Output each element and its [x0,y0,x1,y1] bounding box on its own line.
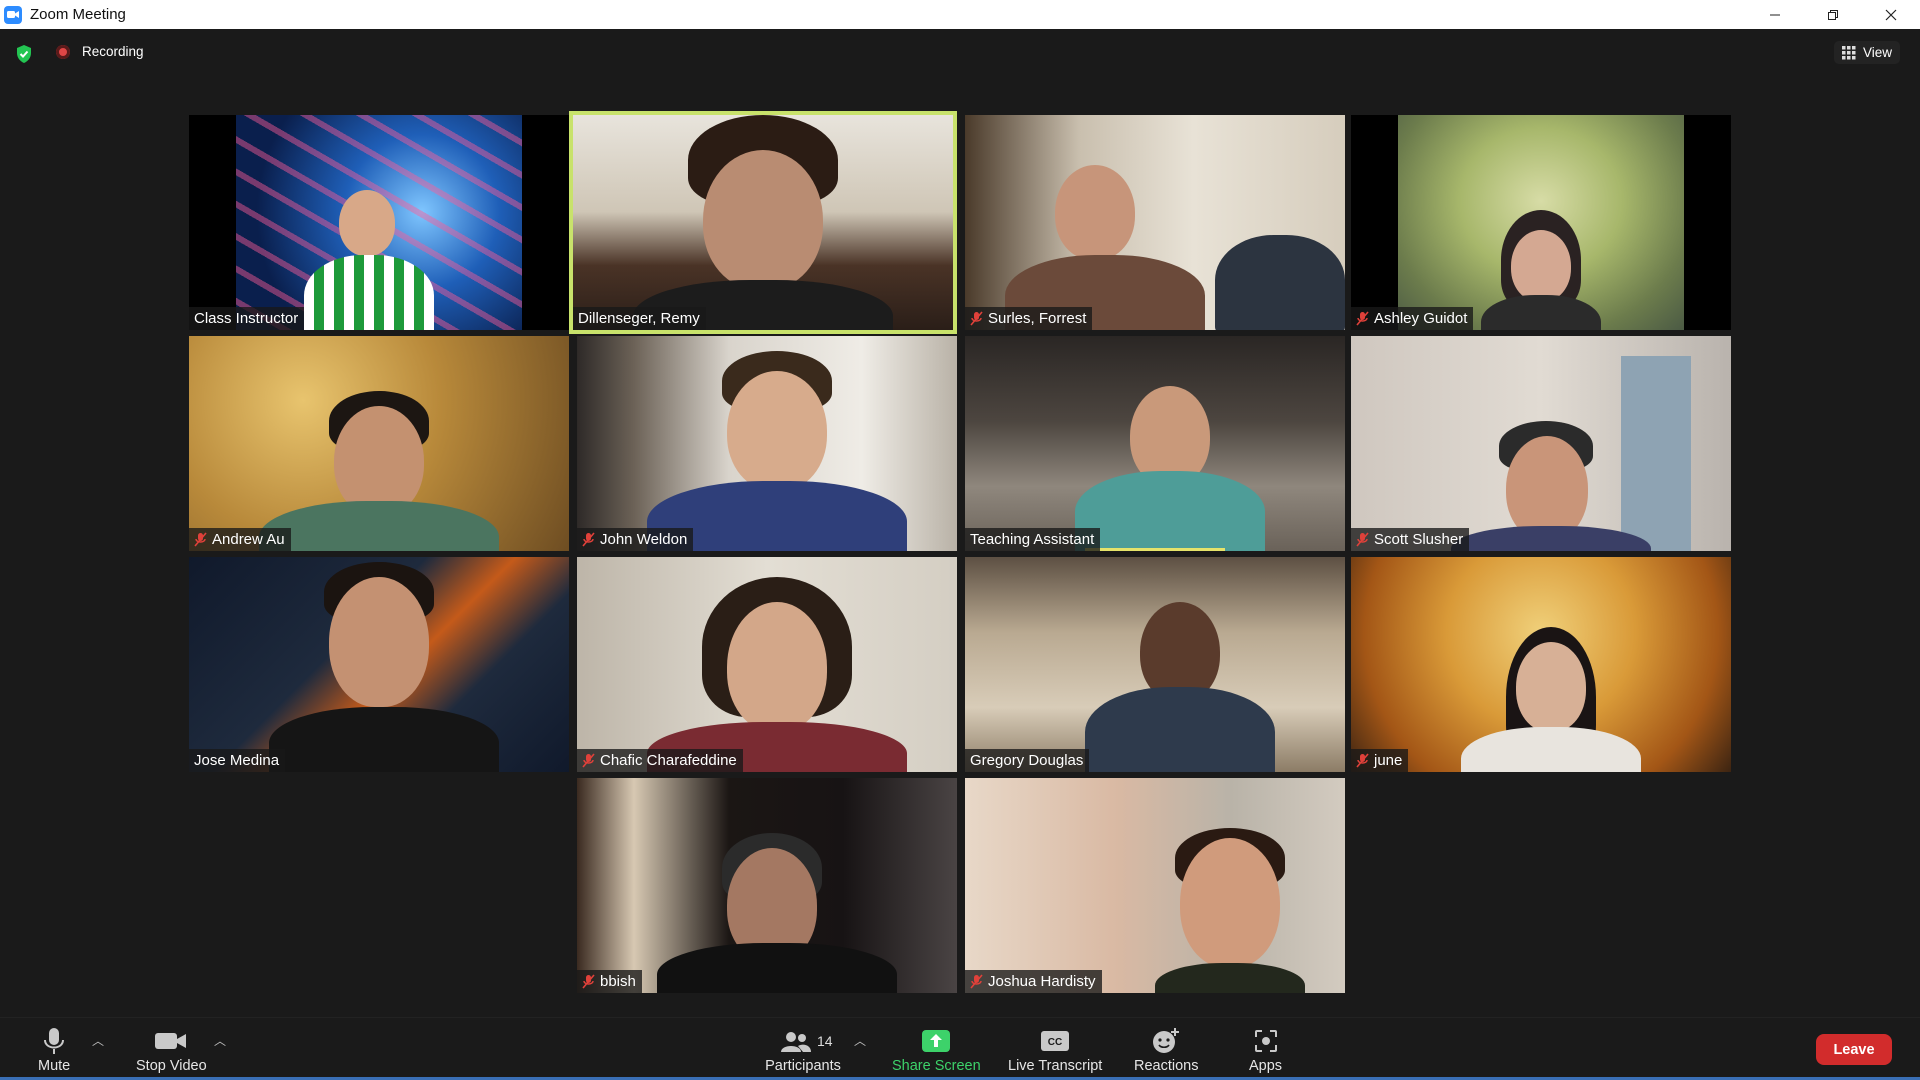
emoji-plus-icon [1151,1024,1181,1058]
muted-mic-icon [194,532,207,547]
participants-label: Participants [765,1058,841,1074]
video-tile[interactable]: Jose Medina [189,557,569,772]
participant-name-badge: Andrew Au [189,528,291,551]
participant-name: Surles, Forrest [988,310,1087,327]
svg-text:CC: CC [1048,1037,1062,1048]
closed-caption-icon: CC [1040,1024,1070,1058]
video-tile[interactable]: John Weldon [577,336,957,551]
video-tile[interactable]: Class Instructor [189,115,569,330]
participant-name: Gregory Douglas [970,752,1084,769]
leave-button[interactable]: Leave [1816,1034,1892,1065]
participant-name: Dillenseger, Remy [578,310,700,327]
participant-name: Chafic Charafeddine [600,752,737,769]
live-transcript-button[interactable]: CC Live Transcript [1008,1024,1102,1074]
participants-count: 14 [817,1033,833,1049]
participant-name-badge: Dillenseger, Remy [573,307,706,330]
video-tile[interactable]: Scott Slusher [1351,336,1731,551]
video-tile-active-speaker[interactable]: Dillenseger, Remy [569,111,957,334]
participant-name-badge: Ashley Guidot [1351,307,1474,330]
share-screen-button[interactable]: Share Screen [892,1024,981,1074]
participant-name-badge: bbish [577,970,642,993]
participant-name: Ashley Guidot [1374,310,1468,327]
gallery-view: Class Instructor Dillenseger, Remy Surle… [0,0,1920,1080]
apps-button[interactable]: Apps [1249,1024,1282,1074]
video-tile[interactable]: Andrew Au [189,336,569,551]
muted-mic-icon [970,974,983,989]
muted-mic-icon [582,974,595,989]
video-tile[interactable]: bbish [577,778,957,993]
mute-label: Mute [38,1058,71,1074]
participant-name-badge: Surles, Forrest [965,307,1093,330]
audio-options-chevron-up-icon[interactable]: ︿ [92,1032,104,1049]
share-screen-icon [921,1024,951,1058]
participant-name: Joshua Hardisty [988,973,1096,990]
muted-mic-icon [582,532,595,547]
stop-video-label: Stop Video [136,1058,207,1074]
share-screen-label: Share Screen [892,1058,981,1074]
participant-name: John Weldon [600,531,688,548]
muted-mic-icon [1356,311,1369,326]
participant-name-badge: Joshua Hardisty [965,970,1102,993]
apps-label: Apps [1249,1058,1283,1074]
participant-name: june [1374,752,1403,769]
video-camera-icon [154,1024,188,1058]
participant-name-badge: Teaching Assistant [965,528,1101,551]
microphone-icon [42,1024,66,1058]
participants-icon: 14 [753,1024,853,1058]
participant-name-badge: june [1351,749,1409,772]
participant-name: bbish [600,973,636,990]
video-tile[interactable]: june [1351,557,1731,772]
meeting-toolbar: Mute ︿ Stop Video ︿ 14 Participants ︿ Sh… [0,1017,1920,1080]
muted-mic-icon [1356,753,1369,768]
video-tile[interactable]: Joshua Hardisty [965,778,1345,993]
participant-name: Jose Medina [194,752,280,769]
video-tile[interactable]: Surles, Forrest [965,115,1345,330]
participants-chevron-up-icon[interactable]: ︿ [854,1032,866,1049]
live-transcript-label: Live Transcript [1008,1058,1103,1074]
participants-button[interactable]: 14 Participants [753,1024,853,1074]
participant-name-badge: Chafic Charafeddine [577,749,743,772]
stop-video-button[interactable]: Stop Video [136,1024,207,1074]
participant-name-badge: John Weldon [577,528,694,551]
video-tile[interactable]: Teaching Assistant [965,336,1345,551]
participant-name-badge: Scott Slusher [1351,528,1470,551]
participant-name-badge: Jose Medina [189,749,286,772]
reactions-button[interactable]: Reactions [1134,1024,1198,1074]
participant-name: Teaching Assistant [970,531,1095,548]
participant-name: Class Instructor [194,310,299,327]
apps-icon [1253,1024,1279,1058]
participant-name: Andrew Au [212,531,285,548]
video-tile[interactable]: Chafic Charafeddine [577,557,957,772]
muted-mic-icon [970,311,983,326]
video-options-chevron-up-icon[interactable]: ︿ [214,1032,226,1049]
mute-button[interactable]: Mute [38,1024,70,1074]
participant-name-badge: Class Instructor [189,307,305,330]
video-tile[interactable]: Ashley Guidot [1351,115,1731,330]
speaking-indicator [1085,548,1225,551]
video-tile[interactable]: Gregory Douglas [965,557,1345,772]
participant-name: Scott Slusher [1374,531,1464,548]
muted-mic-icon [582,753,595,768]
participant-name-badge: Gregory Douglas [965,749,1090,772]
muted-mic-icon [1356,532,1369,547]
reactions-label: Reactions [1134,1058,1199,1074]
